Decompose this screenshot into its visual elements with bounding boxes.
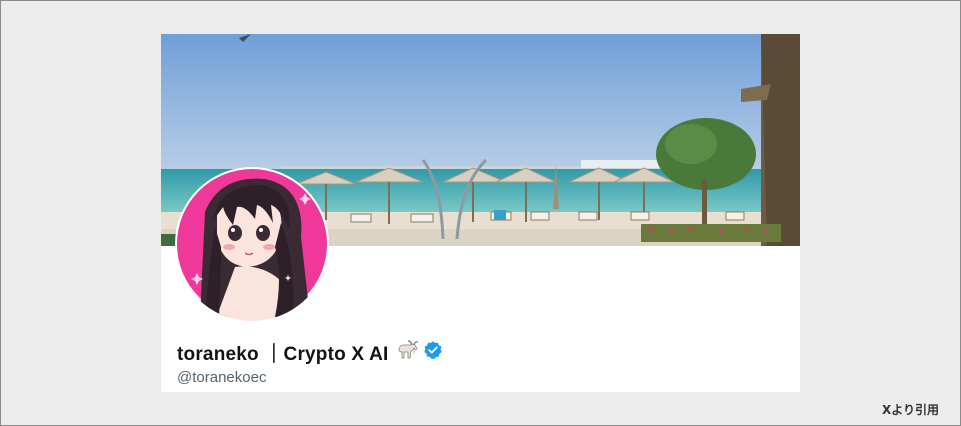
goat-icon [395,339,419,366]
profile-card[interactable]: toraneko ｜Crypto X AI @toranekoec [161,34,800,392]
verified-badge-icon [423,340,443,365]
source-caption: Xより引用 [881,403,939,417]
display-name[interactable]: toraneko ｜Crypto X AI [177,339,388,366]
user-handle[interactable]: @toranekoec [177,369,266,386]
profile-avatar[interactable] [175,167,329,321]
display-name-row: toraneko ｜Crypto X AI [177,339,443,366]
